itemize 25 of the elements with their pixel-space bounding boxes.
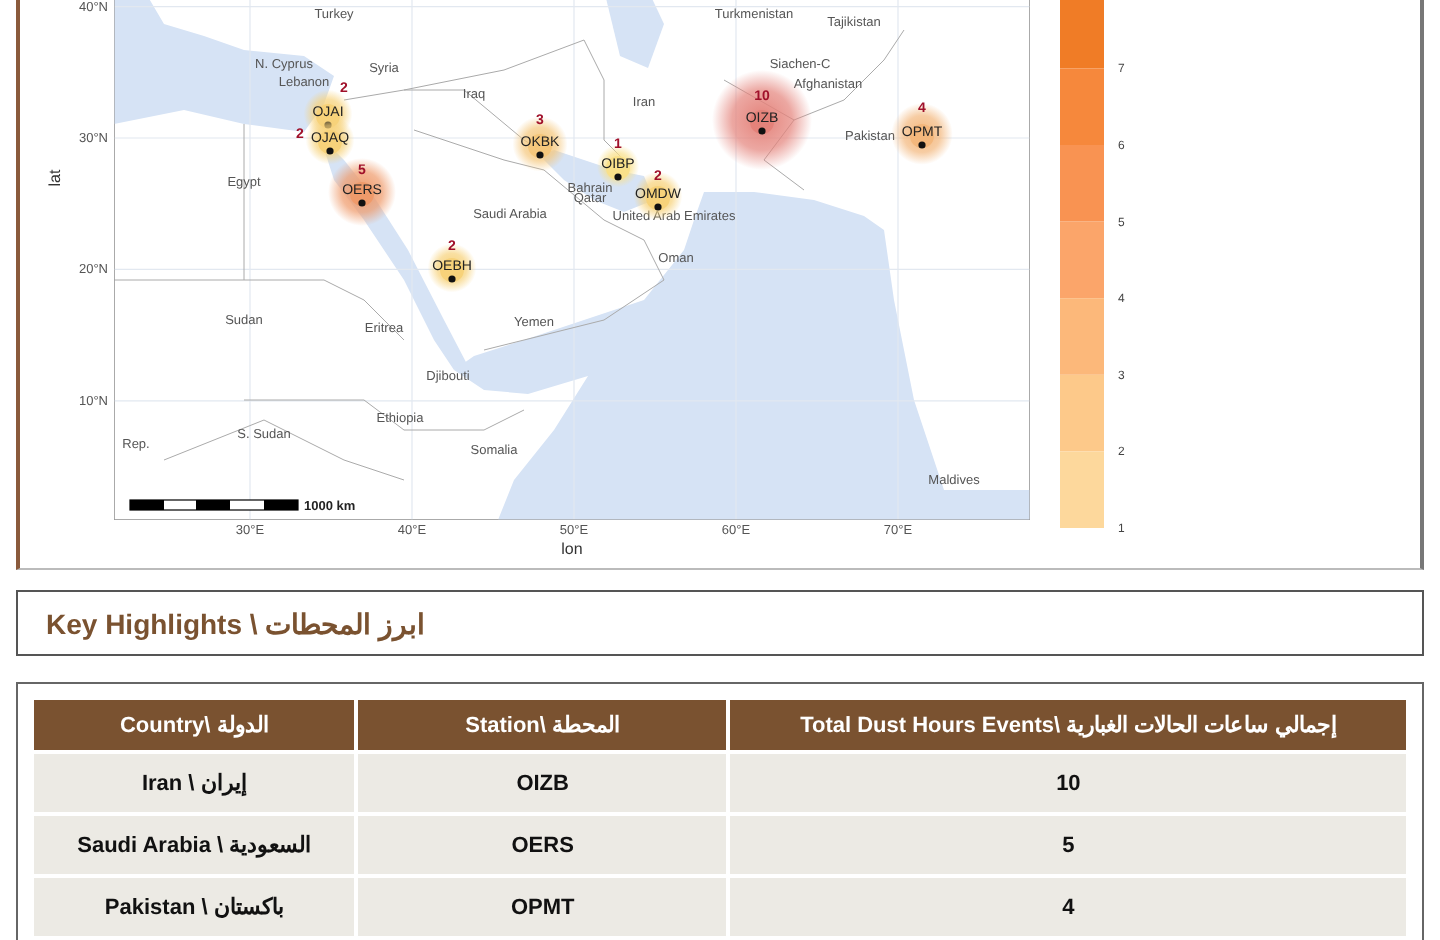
station-dot bbox=[918, 141, 926, 149]
station-dot bbox=[614, 173, 622, 181]
station-dot bbox=[448, 275, 456, 283]
station-dot bbox=[326, 147, 334, 155]
station-dot bbox=[758, 127, 766, 135]
section-title: Key Highlights \ ابرز المحطات bbox=[46, 607, 426, 639]
table-cell: 10 bbox=[730, 754, 1406, 812]
table-cell: Pakistan \ باكستان bbox=[34, 878, 355, 936]
dust-halo bbox=[328, 158, 396, 226]
station-dot bbox=[654, 203, 662, 211]
table-cell: Iran \ إيران bbox=[34, 754, 355, 812]
axis-title: lat bbox=[46, 169, 64, 187]
column-header: Total Dust Hours Events\ إجمالي ساعات الحالات الغبارية bbox=[730, 700, 1406, 750]
table-cell: 4 bbox=[730, 878, 1406, 936]
table-cell: OERS bbox=[358, 816, 727, 874]
table-cell: 5 bbox=[730, 816, 1406, 874]
scale-bar-icon bbox=[129, 499, 299, 511]
axis-title: lon bbox=[561, 540, 583, 558]
table-cell: Saudi Arabia \ السعودية bbox=[34, 816, 355, 874]
station-dot bbox=[358, 199, 366, 207]
table-cell: OIZB bbox=[358, 754, 727, 812]
station-dot bbox=[536, 151, 544, 159]
table-cell: OPMT bbox=[358, 878, 727, 936]
column-header: Country\ الدولة bbox=[34, 700, 355, 750]
column-header: Station\ المحطة bbox=[358, 700, 727, 750]
